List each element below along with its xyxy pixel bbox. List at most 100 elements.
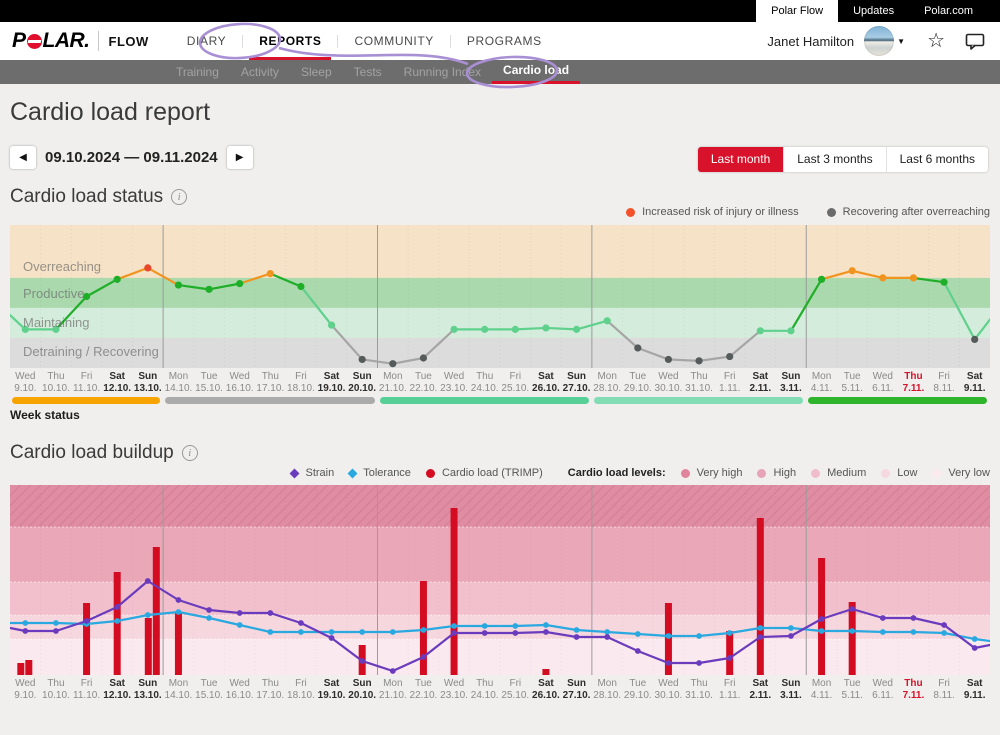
nav-item-diary[interactable]: DIARY (171, 22, 242, 60)
status-info-icon[interactable]: i (171, 189, 187, 205)
axis-day-date: 6.11. (868, 383, 899, 395)
week-status-segment[interactable] (808, 397, 987, 404)
axis-day-24-10-: Thu24.10. (469, 678, 500, 702)
diamond-marker-icon (290, 468, 300, 478)
axis-day-29-10-: Tue29.10. (623, 371, 654, 395)
axis-day-name: Wed (10, 371, 41, 383)
axis-day-14-10-: Mon14.10. (163, 678, 194, 702)
axis-day-date: 18.10. (286, 383, 317, 395)
axis-day-18-10-: Fri18.10. (286, 371, 317, 395)
axis-day-9-10-: Wed9.10. (10, 371, 41, 395)
axis-day-name: Thu (41, 371, 72, 383)
legend-dot-icon (881, 469, 890, 478)
axis-day-date: 5.11. (837, 383, 868, 395)
axis-day-5-11-: Tue5.11. (837, 678, 868, 702)
axis-day-date: 13.10. (133, 383, 164, 395)
main-nav: DIARYREPORTSCOMMUNITYPROGRAMS (171, 22, 558, 60)
axis-day-26-10-: Sat26.10. (531, 371, 562, 395)
legend-label: Very high (697, 467, 743, 479)
legend-dot-icon (811, 469, 820, 478)
axis-day-30-10-: Wed30.10. (653, 371, 684, 395)
axis-day-date: 25.10. (500, 383, 531, 395)
axis-day-name: Sun (133, 678, 164, 690)
axis-day-name: Thu (898, 371, 929, 383)
axis-day-date: 1.11. (714, 690, 745, 702)
nav-item-programs[interactable]: PROGRAMS (451, 22, 558, 60)
legend-label: Low (897, 467, 917, 479)
axis-day-name: Mon (378, 678, 409, 690)
subnav-item-sleep[interactable]: Sleep (290, 60, 343, 84)
buildup-x-axis: Wed9.10.Thu10.10.Fri11.10.Sat12.10.Sun13… (10, 678, 990, 702)
user-menu-caret-icon[interactable]: ▼ (897, 37, 905, 46)
axis-day-name: Fri (714, 678, 745, 690)
axis-day-23-10-: Wed23.10. (439, 371, 470, 395)
subnav-item-activity[interactable]: Activity (230, 60, 290, 84)
axis-day-date: 31.10. (684, 383, 715, 395)
range-button-last-month[interactable]: Last month (698, 147, 783, 172)
axis-day-name: Thu (255, 371, 286, 383)
polar-logo[interactable]: PLAR. (12, 29, 90, 53)
axis-day-date: 10.10. (41, 383, 72, 395)
favorites-star-icon[interactable]: ☆ (927, 31, 945, 51)
axis-day-name: Tue (408, 371, 439, 383)
subnav-item-running-index[interactable]: Running Index (393, 60, 492, 84)
buildup-section-title: Cardio load buildup i (10, 442, 198, 464)
site-tab-updates[interactable]: Updates (838, 0, 909, 22)
axis-day-name: Wed (868, 678, 899, 690)
status-section-title: Cardio load status i (10, 186, 187, 208)
load-level-legend-item: Medium (811, 467, 866, 479)
status-chart[interactable]: OverreachingProductiveMaintainingDetrain… (10, 225, 990, 368)
week-status-segment[interactable] (594, 397, 803, 404)
axis-day-name: Wed (224, 371, 255, 383)
week-status-segment[interactable] (165, 397, 374, 404)
axis-day-date: 13.10. (133, 690, 164, 702)
axis-day-7-11-: Thu7.11. (898, 678, 929, 702)
axis-day-3-11-: Sun3.11. (776, 678, 807, 702)
week-status-label: Week status (10, 408, 80, 422)
axis-day-7-11-: Thu7.11. (898, 371, 929, 395)
axis-day-13-10-: Sun13.10. (133, 678, 164, 702)
subnav-item-tests[interactable]: Tests (343, 60, 393, 84)
subnav-item-training[interactable]: Training (165, 60, 230, 84)
buildup-chart[interactable] (10, 485, 990, 675)
axis-day-name: Sun (776, 678, 807, 690)
axis-day-name: Thu (898, 678, 929, 690)
range-button-last-6-months[interactable]: Last 6 months (886, 147, 988, 172)
nav-item-reports[interactable]: REPORTS (243, 22, 337, 60)
site-tab-polar-com[interactable]: Polar.com (909, 0, 988, 22)
axis-day-23-10-: Wed23.10. (439, 678, 470, 702)
subnav-item-cardio-load[interactable]: Cardio load (492, 60, 580, 84)
axis-day-date: 15.10. (194, 383, 225, 395)
user-name[interactable]: Janet Hamilton (767, 34, 854, 49)
week-status-segment[interactable] (12, 397, 160, 404)
nav-item-community[interactable]: COMMUNITY (338, 22, 449, 60)
axis-day-name: Wed (439, 371, 470, 383)
prev-period-button[interactable]: ◀ (10, 146, 36, 169)
axis-day-name: Mon (163, 678, 194, 690)
axis-day-20-10-: Sun20.10. (347, 371, 378, 395)
range-button-last-3-months[interactable]: Last 3 months (783, 147, 885, 172)
legend-dot-icon (681, 469, 690, 478)
legend-dot-icon (757, 469, 766, 478)
axis-day-name: Wed (653, 678, 684, 690)
axis-day-1-11-: Fri1.11. (714, 678, 745, 702)
next-period-button[interactable]: ▶ (227, 146, 253, 169)
axis-day-name: Wed (653, 371, 684, 383)
week-status-segment[interactable] (380, 397, 589, 404)
feedback-chat-icon[interactable] (965, 32, 986, 50)
axis-day-9-11-: Sat9.11. (959, 678, 990, 702)
axis-day-date: 30.10. (653, 690, 684, 702)
axis-day-27-10-: Sun27.10. (561, 678, 592, 702)
axis-day-date: 20.10. (347, 690, 378, 702)
sub-nav: TrainingActivitySleepTestsRunning IndexC… (0, 60, 1000, 84)
user-avatar[interactable] (864, 26, 894, 56)
axis-day-19-10-: Sat19.10. (316, 371, 347, 395)
axis-day-date: 16.10. (224, 383, 255, 395)
axis-day-name: Fri (286, 371, 317, 383)
site-tab-polar-flow[interactable]: Polar Flow (756, 0, 838, 22)
axis-day-name: Sun (347, 678, 378, 690)
buildup-info-icon[interactable]: i (182, 445, 198, 461)
axis-day-date: 11.10. (71, 690, 102, 702)
axis-day-29-10-: Tue29.10. (623, 678, 654, 702)
axis-day-name: Tue (837, 678, 868, 690)
